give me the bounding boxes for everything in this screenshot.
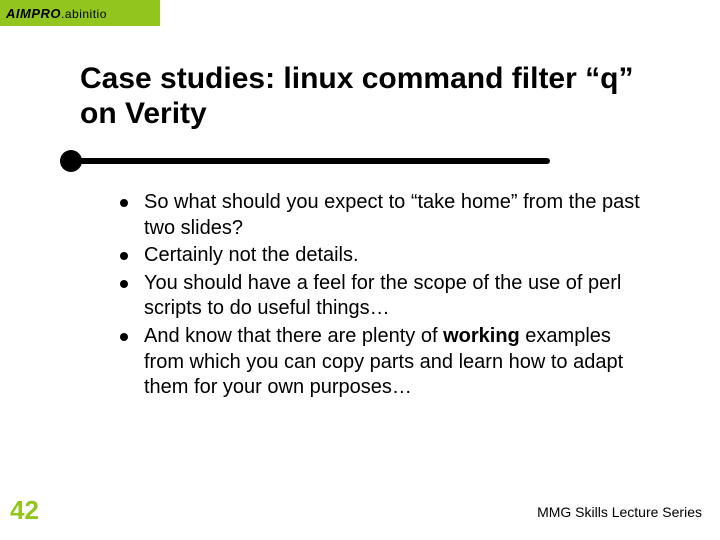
list-item: And know that there are plenty of workin… [120, 324, 650, 401]
logo-aim: AIM [6, 6, 31, 21]
logo-pro: PRO [31, 6, 61, 21]
logo-sub: abinitio [65, 7, 107, 21]
rule-bar [71, 158, 550, 164]
slide-title: Case studies: linux command filter “q” o… [80, 62, 660, 131]
page-number: 42 [10, 495, 39, 526]
title-block: Case studies: linux command filter “q” o… [80, 62, 660, 131]
slide: AIMPRO.abinitio Case studies: linux comm… [0, 0, 720, 540]
list-item: Certainly not the details. [120, 243, 650, 269]
logo-text: AIMPRO.abinitio [6, 6, 107, 21]
list-item: So what should you expect to “take home”… [120, 190, 650, 241]
footer-text: MMG Skills Lecture Series [537, 504, 702, 520]
bullet-list: So what should you expect to “take home”… [120, 190, 650, 403]
list-item: You should have a feel for the scope of … [120, 271, 650, 322]
logo: AIMPRO.abinitio [0, 0, 160, 26]
title-rule [60, 150, 550, 172]
